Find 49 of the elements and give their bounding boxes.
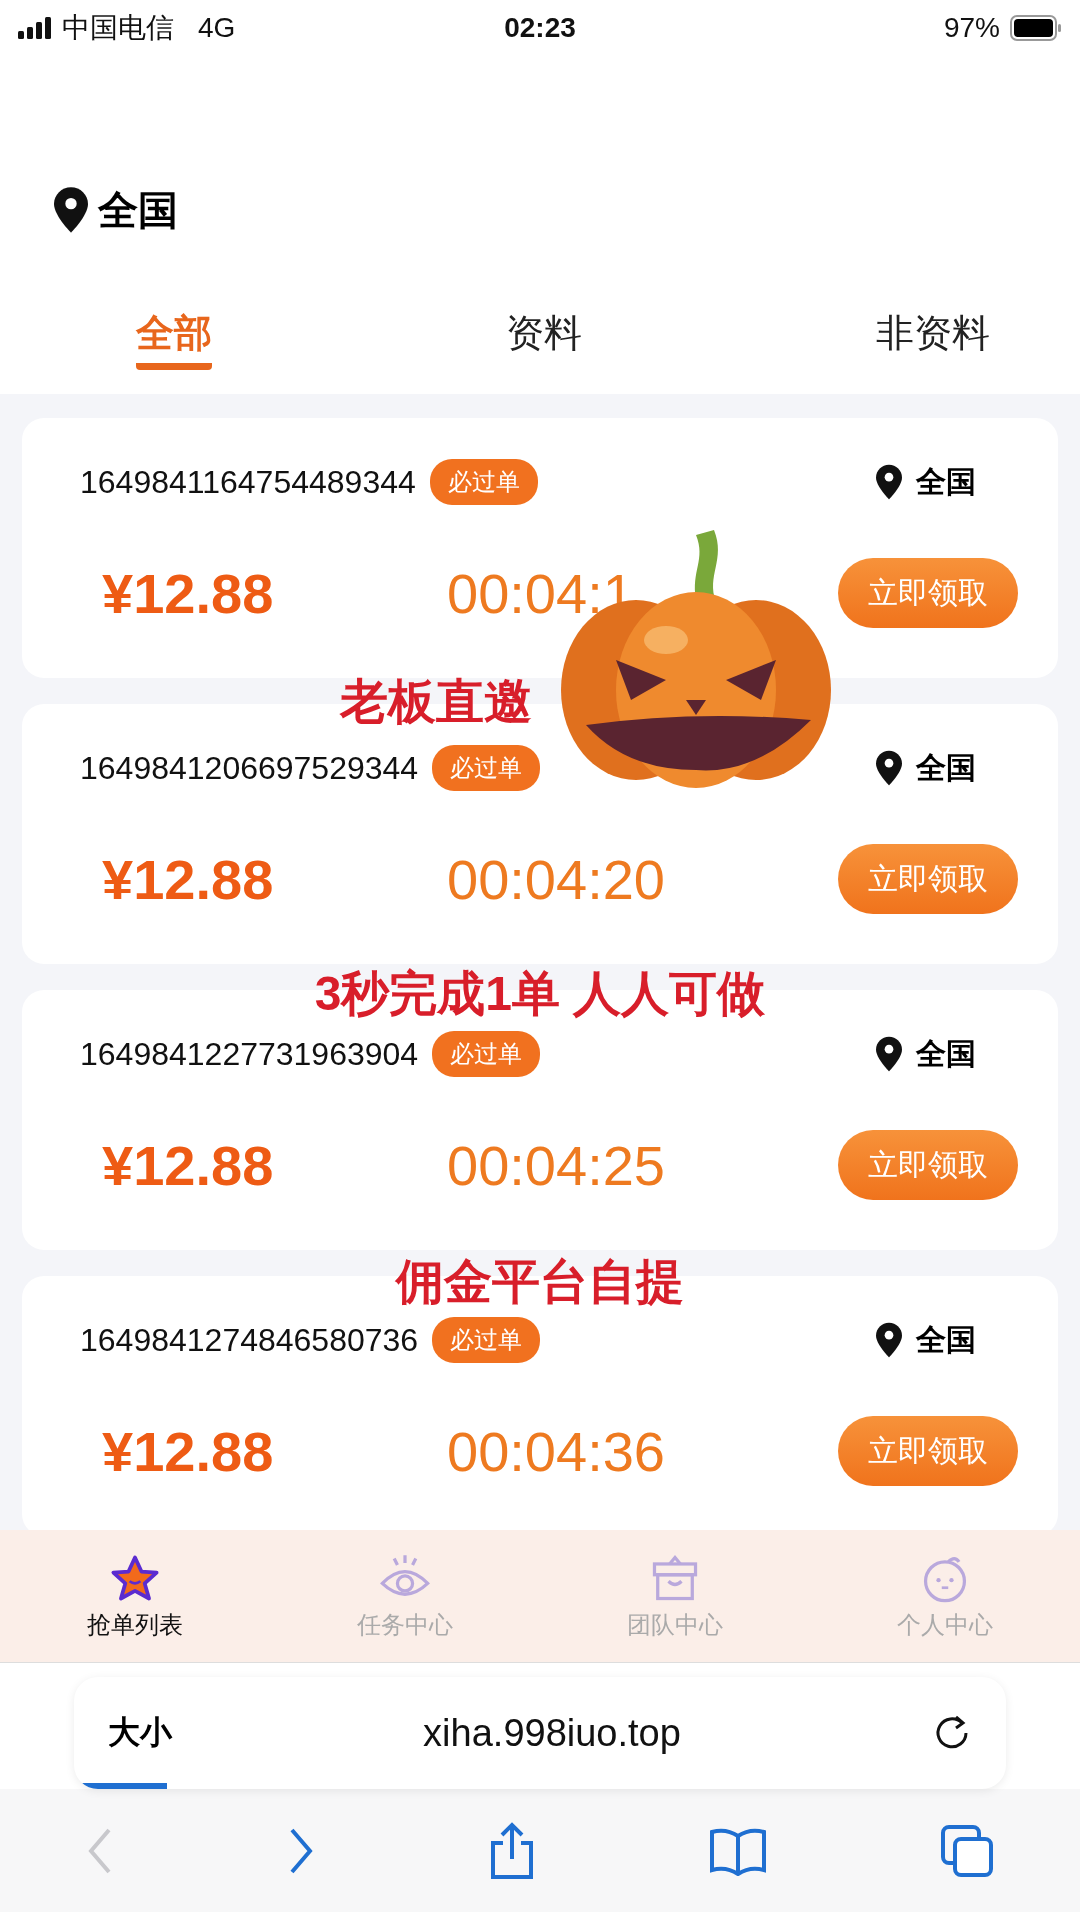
location-pin-icon bbox=[876, 750, 902, 786]
order-tag: 必过单 bbox=[432, 745, 541, 791]
claim-button[interactable]: 立即领取 bbox=[838, 1130, 1018, 1200]
category-tab[interactable]: 资料 bbox=[506, 308, 582, 370]
order-number: 1649841206697529344 bbox=[80, 749, 419, 787]
category-tab[interactable]: 全部 bbox=[136, 308, 212, 370]
location-pin-icon bbox=[54, 187, 88, 233]
region-label: 全国 bbox=[916, 1035, 976, 1072]
order-number: 1649841164754489344 bbox=[80, 463, 416, 501]
nav-tab[interactable]: 团队中心 bbox=[540, 1530, 810, 1662]
battery-icon bbox=[1010, 15, 1062, 41]
nav-tab[interactable]: 任务中心 bbox=[270, 1530, 540, 1662]
countdown-timer: 00:04:25 bbox=[447, 1132, 665, 1198]
countdown-timer: 00:04:20 bbox=[447, 846, 665, 912]
promo-caption: 佣金平台自提 bbox=[394, 1258, 685, 1306]
nav-tab[interactable]: 个人中心 bbox=[810, 1530, 1080, 1662]
nav-tab[interactable]: 抢单列表 bbox=[0, 1530, 270, 1662]
signal-icon bbox=[18, 17, 52, 39]
claim-button[interactable]: 立即领取 bbox=[838, 1416, 1018, 1486]
network-type: 4G bbox=[198, 12, 236, 44]
tabs-icon[interactable] bbox=[938, 1822, 995, 1879]
location-pin-icon bbox=[876, 1322, 902, 1358]
carrier-name: 中国电信 bbox=[62, 11, 174, 45]
promo-caption: 老板直邀 bbox=[340, 678, 532, 726]
location-pin-icon bbox=[876, 1036, 902, 1072]
order-number: 1649841274846580736 bbox=[80, 1321, 419, 1359]
order-tag: 必过单 bbox=[432, 1317, 541, 1363]
claim-button[interactable]: 立即领取 bbox=[838, 558, 1018, 628]
order-price: ¥12.88 bbox=[101, 560, 275, 626]
location-label[interactable]: 全国 bbox=[98, 182, 178, 238]
order-tag: 必过单 bbox=[432, 1031, 541, 1077]
address-bar[interactable]: 大小 xiha.998iuo.top bbox=[74, 1677, 1006, 1789]
order-number: 1649841227731963904 bbox=[80, 1035, 419, 1073]
region-label: 全国 bbox=[916, 463, 976, 500]
order-price: ¥12.88 bbox=[101, 1132, 275, 1198]
battery-percent: 97% bbox=[943, 12, 1000, 44]
region-label: 全国 bbox=[916, 749, 976, 786]
text-size-button[interactable]: 大小 bbox=[108, 1711, 172, 1755]
url-text: xiha.998iuo.top bbox=[422, 1711, 682, 1755]
countdown-timer: 00:04:36 bbox=[447, 1418, 665, 1484]
promo-caption: 3秒完成1单 人人可做 bbox=[313, 970, 767, 1018]
clock-time: 02:23 bbox=[504, 12, 576, 44]
region-label: 全国 bbox=[916, 1321, 976, 1358]
order-price: ¥12.88 bbox=[101, 1418, 275, 1484]
claim-button[interactable]: 立即领取 bbox=[838, 844, 1018, 914]
location-pin-icon bbox=[876, 464, 902, 500]
order-tag: 必过单 bbox=[429, 459, 538, 505]
order-price: ¥12.88 bbox=[101, 846, 275, 912]
category-tab[interactable]: 非资料 bbox=[876, 308, 990, 370]
